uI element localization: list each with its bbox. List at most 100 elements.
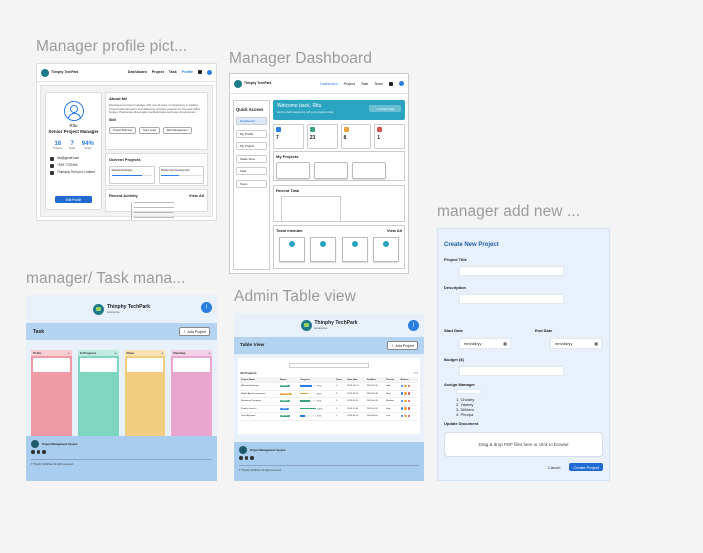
profile-stats: 16 Projects 7 Tasks 94% Goals xyxy=(53,141,94,150)
calendar-icon: ▦ xyxy=(594,341,598,346)
table-row[interactable]: Product Launch Done 100% 5 2024-11-05 2025-0… xyxy=(240,405,418,413)
dashboard-frame[interactable]: Thinphy TechPark Dashboard Project Task … xyxy=(229,73,409,274)
task-card[interactable] xyxy=(126,358,164,372)
quick-item-project[interactable]: My Project xyxy=(236,142,267,150)
nav-profile[interactable]: Profile xyxy=(182,70,193,75)
nav-project[interactable]: Project xyxy=(152,70,164,75)
create-new-button[interactable]: + Create New xyxy=(369,105,401,112)
brand-logo: Thinphy TechPark Enterprise xyxy=(93,303,150,315)
avatar[interactable] xyxy=(207,70,212,75)
project-card[interactable] xyxy=(352,162,386,179)
quick-item-task[interactable]: Task xyxy=(236,167,267,175)
frame-title-profile[interactable]: Manager profile pict... xyxy=(36,38,187,56)
bell-icon[interactable] xyxy=(198,70,202,74)
nav-dashboard[interactable]: Dashboard xyxy=(320,82,338,86)
quick-item-team[interactable]: Team xyxy=(236,179,267,188)
nav-team[interactable]: Team xyxy=(374,82,383,86)
table-row[interactable]: Website Redesign Active 75% 4 2025-01-10 202… xyxy=(240,382,418,391)
manager-select[interactable] xyxy=(456,389,482,394)
table-row[interactable]: Marketing Campaign Active 60% 3 2025-01-20 2… xyxy=(240,397,418,406)
profile-frame[interactable]: Thinphy TechPark Dashboard Project Task … xyxy=(36,63,217,221)
nav-task[interactable]: Task xyxy=(361,82,368,86)
delete-icon xyxy=(407,399,411,402)
project-card[interactable] xyxy=(314,162,348,179)
project-title-input[interactable] xyxy=(459,266,564,276)
task-card[interactable] xyxy=(79,358,117,372)
recent-task: Recent Task xyxy=(273,185,405,222)
view-all-link[interactable]: View All xyxy=(189,193,204,198)
member-card[interactable] xyxy=(278,237,305,262)
project-card[interactable]: Website Redesign xyxy=(109,166,155,184)
add-project-button[interactable]: + Add Project xyxy=(387,341,418,350)
task-header: Thinphy TechPark Enterprise ! xyxy=(26,295,217,323)
welcome-banner: Welcome back, Ritu Here's what's happeni… xyxy=(273,100,405,120)
kanban-board: To Do + In Progress + Done + Overdue + xyxy=(26,340,217,443)
info-icon[interactable]: ! xyxy=(201,302,212,313)
nav-dashboard[interactable]: Dashboard xyxy=(128,70,147,75)
frame-title-add[interactable]: manager add new ... xyxy=(437,203,580,221)
end-date-input[interactable]: mm/dd/yy ▦ xyxy=(550,338,602,349)
profile-body: Ritu Senior Project Manager 16 Projects 7… xyxy=(40,85,213,220)
design-board: Manager profile pict... Manager Dashboar… xyxy=(0,0,703,553)
task-frame[interactable]: Thinphy TechPark Enterprise ! Task + Add … xyxy=(26,295,217,481)
edit-profile-button[interactable]: Edit Profile xyxy=(55,196,92,203)
table-row[interactable]: Mobile App Development Pending 45% 6 2025-0… xyxy=(240,390,418,398)
table-frame[interactable]: Thinphy TechPark Enterprise ! Table View … xyxy=(234,313,424,481)
view-icon xyxy=(400,392,404,395)
profile-card: Ritu Senior Project Manager 16 Projects 7… xyxy=(45,92,102,210)
view-all-link[interactable]: View All xyxy=(387,228,402,233)
row-actions xyxy=(399,397,418,406)
bell-icon[interactable] xyxy=(389,81,393,86)
skill-chip: Project Planning xyxy=(109,126,136,134)
quick-item-profile[interactable]: My Profile xyxy=(236,129,267,138)
create-project-button[interactable]: Create Project xyxy=(569,463,603,471)
phone-icon xyxy=(50,163,54,168)
brand-logo: Thinphy TechPark Enterprise xyxy=(300,319,357,331)
task-card[interactable] xyxy=(33,358,70,372)
file-dropzone[interactable]: Drag & drop PDF files here or click to b… xyxy=(444,432,603,457)
cancel-button[interactable]: Cancel xyxy=(544,463,564,471)
add-project-frame[interactable]: Create New Project Project Title Descrip… xyxy=(437,228,610,481)
mail-icon xyxy=(50,156,54,161)
start-date-input[interactable]: mm/dd/yy ▦ xyxy=(459,338,511,349)
column-overdue: Overdue + xyxy=(171,350,212,443)
member-card[interactable] xyxy=(310,237,337,262)
recent-activity: Recent Activity View All xyxy=(105,189,208,220)
edit-icon xyxy=(404,384,407,387)
row-actions xyxy=(399,405,418,413)
social-icons[interactable] xyxy=(31,450,212,454)
nav-project[interactable]: Project xyxy=(344,82,355,86)
quick-item-tasks-view[interactable]: Tasks View xyxy=(236,154,267,163)
member-card[interactable] xyxy=(341,237,368,262)
progress-bar xyxy=(300,400,317,402)
budget-input[interactable] xyxy=(459,366,564,376)
quick-item-dashboard[interactable]: Dashboard xyxy=(236,117,267,125)
progress-bar xyxy=(300,407,317,410)
frame-title-table[interactable]: Admin Table view xyxy=(234,288,356,306)
manager-list[interactable]: 1. Chodey 2. Yashey 3. Dilliram 4. Phurp… xyxy=(456,397,603,417)
view-icon xyxy=(400,407,404,410)
add-project-button[interactable]: + Add Project xyxy=(179,327,210,336)
task-card[interactable] xyxy=(173,358,210,372)
status-badge: Pending xyxy=(279,392,292,395)
frame-title-dashboard[interactable]: Manager Dashboard xyxy=(229,50,372,68)
project-card[interactable] xyxy=(276,162,310,179)
project-card[interactable]: Mobile App Development xyxy=(158,166,204,184)
row-actions xyxy=(399,382,418,391)
progress-bar xyxy=(300,392,317,395)
search-input[interactable] xyxy=(289,363,369,368)
nav-task[interactable]: Task xyxy=(169,70,177,75)
footer: Project Management System © Thinphy Tech… xyxy=(234,442,424,481)
member-card[interactable] xyxy=(373,237,400,262)
column-todo: To Do + xyxy=(31,350,72,443)
table-row[interactable]: Data Migration Active 30% 2 2025-02-15 2025-… xyxy=(240,412,418,421)
status-badge: Active xyxy=(279,400,290,403)
frame-title-task[interactable]: manager/ Task mana... xyxy=(26,270,185,288)
social-icons[interactable] xyxy=(239,456,419,460)
info-icon[interactable]: ! xyxy=(408,320,419,331)
description-input[interactable] xyxy=(459,294,564,304)
avatar[interactable] xyxy=(399,81,404,86)
delete-icon xyxy=(407,384,411,387)
my-projects: My Projects xyxy=(273,151,405,181)
column-in-progress: In Progress + xyxy=(77,350,119,443)
